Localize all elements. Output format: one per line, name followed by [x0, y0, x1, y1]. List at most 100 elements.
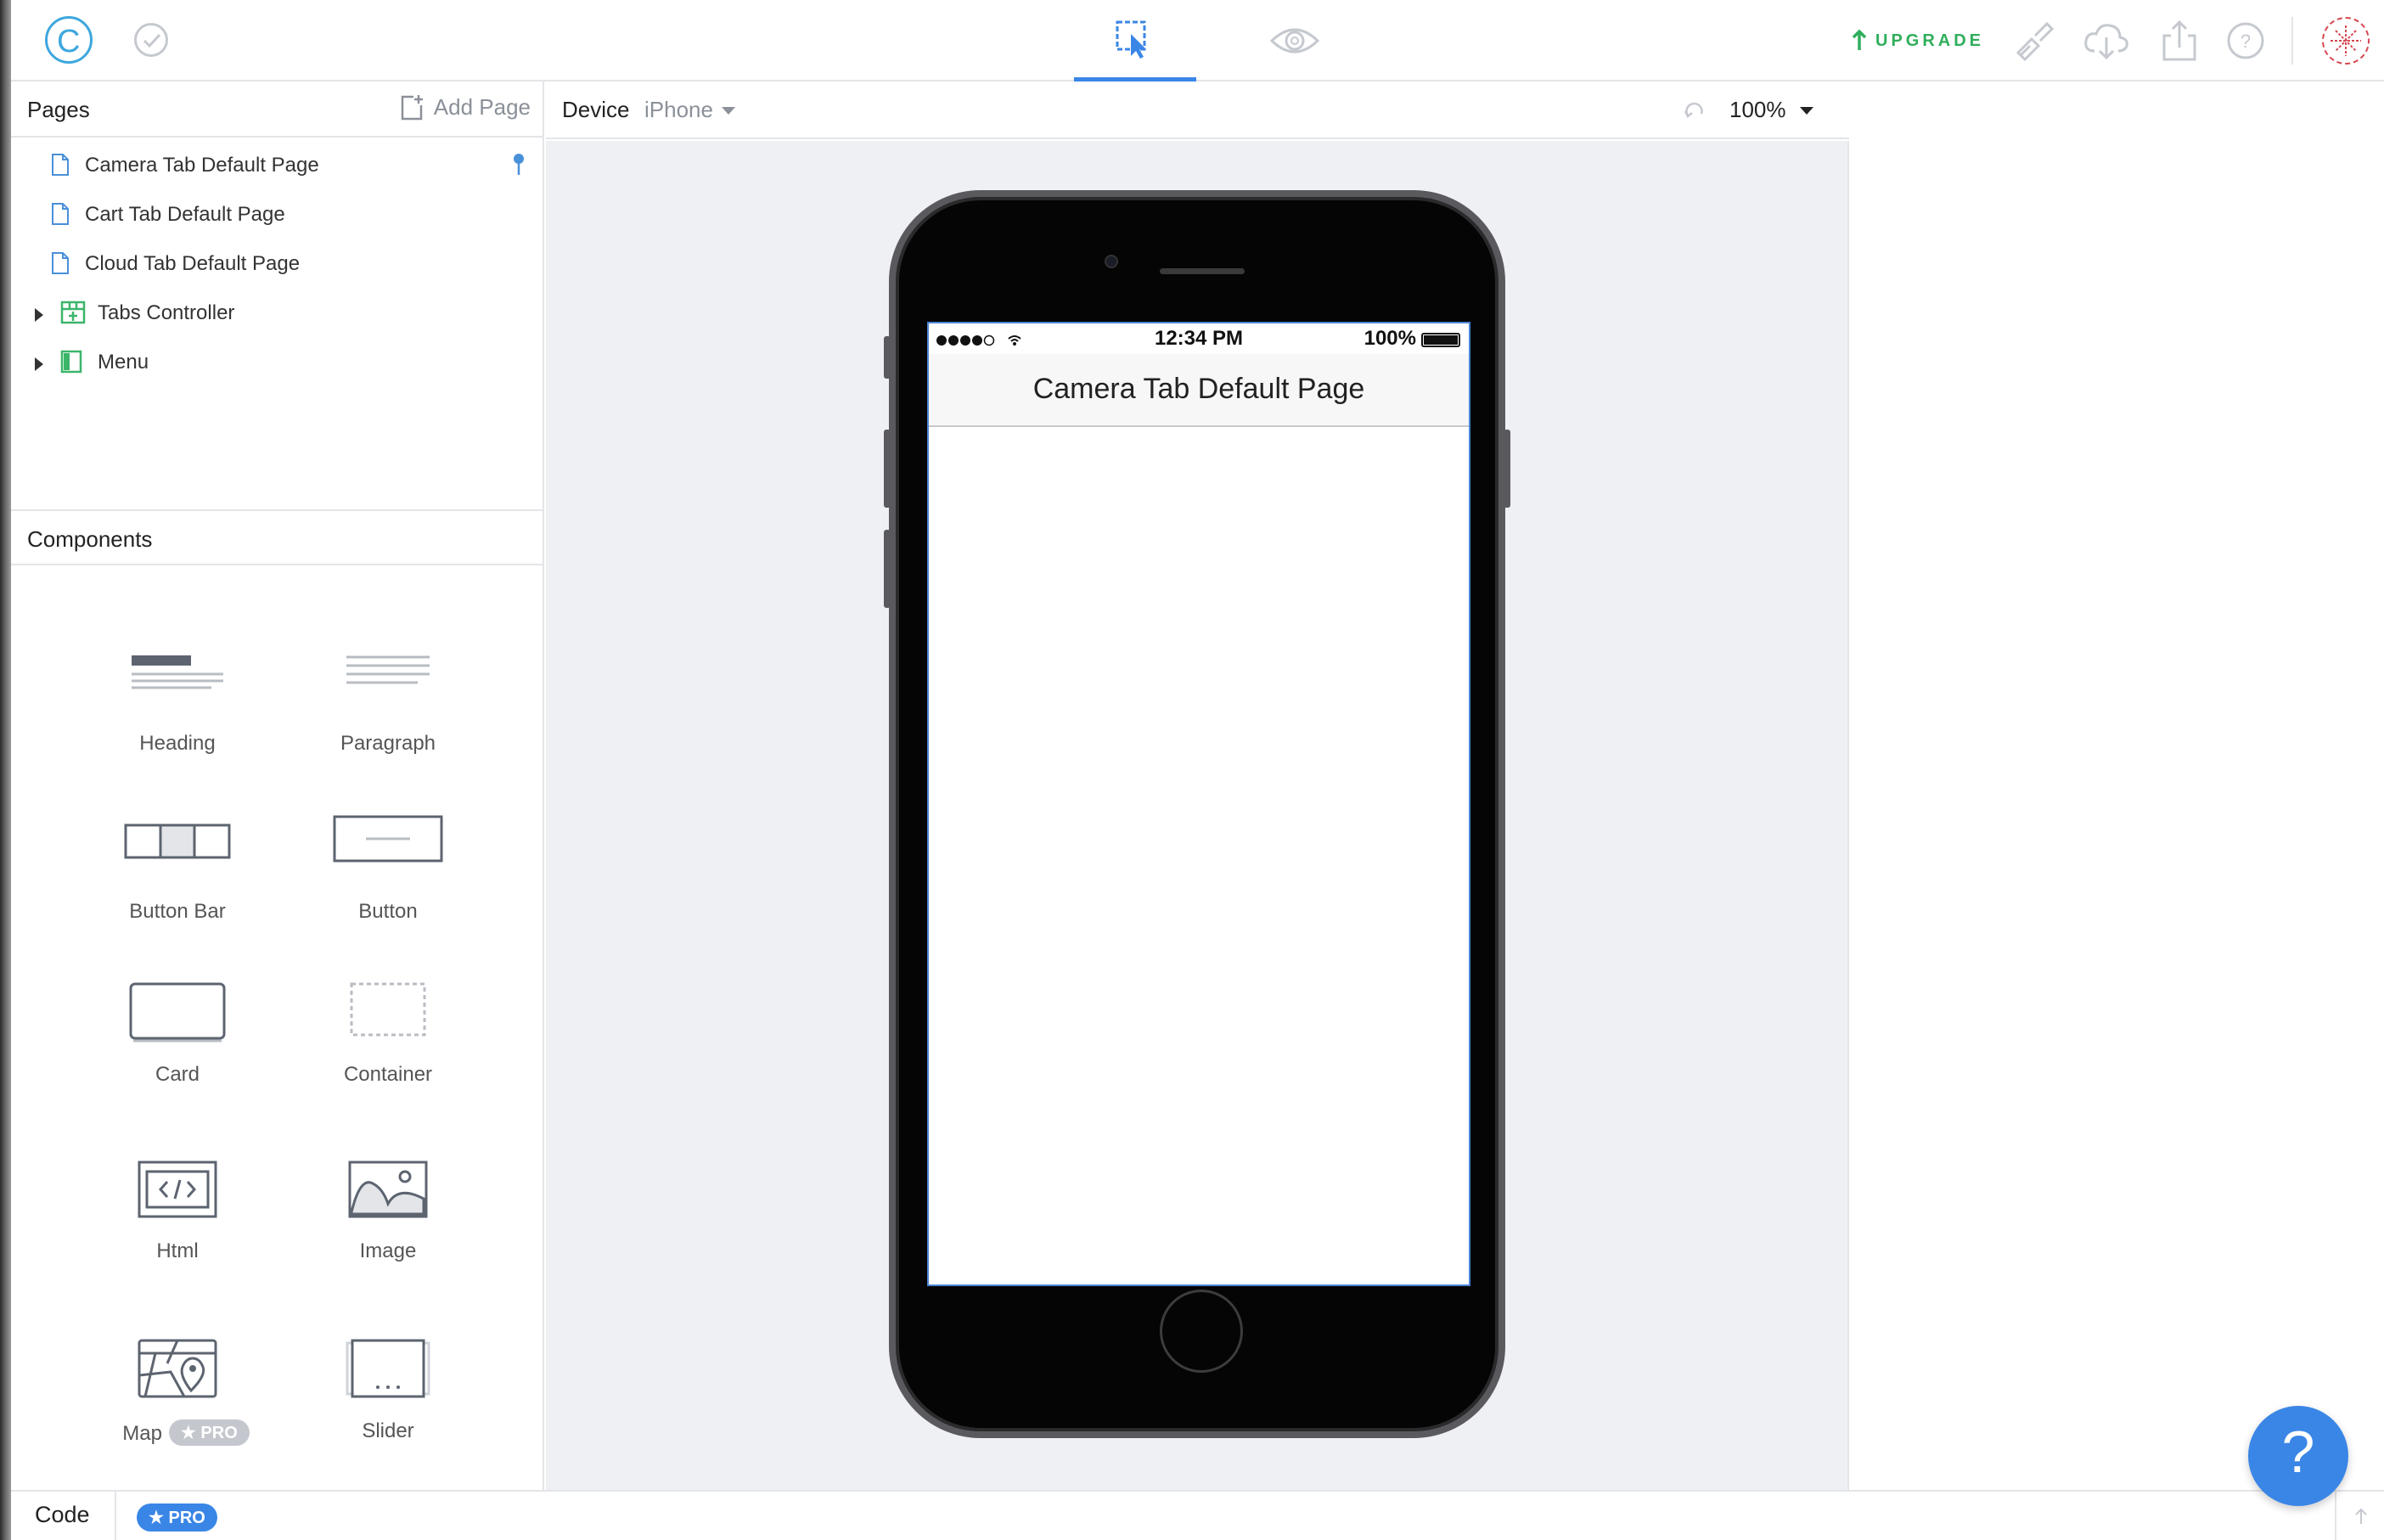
ios-navigation-bar: Camera Tab Default Page: [929, 354, 1469, 427]
menu-icon: [60, 350, 82, 374]
iphone-frame: 12:34 PM 100% Camera Tab Default Page: [889, 190, 1505, 1438]
tabs-controller-icon: [60, 301, 86, 324]
button-icon: [333, 815, 443, 863]
component-label: Html: [156, 1239, 199, 1262]
component-html[interactable]: Html: [84, 1160, 271, 1296]
caret-down-icon: [721, 107, 735, 115]
paragraph-icon: [346, 655, 430, 684]
preview-mode-tab[interactable]: [1234, 0, 1356, 81]
component-label: Image: [359, 1239, 417, 1262]
pages-title: Pages: [27, 97, 90, 122]
component-label: Slider: [362, 1419, 414, 1442]
upgrade-button[interactable]: UPGRADE: [1852, 28, 1984, 53]
zoom-select[interactable]: 100%: [1729, 97, 1813, 123]
design-mode-tab[interactable]: [1074, 0, 1196, 81]
pro-badge: ★ PRO: [168, 1419, 250, 1446]
page-item-cloud-tab[interactable]: Cloud Tab Default Page: [11, 239, 544, 289]
page-item-label: Camera Tab Default Page: [85, 154, 319, 177]
expand-triangle-icon[interactable]: [35, 308, 43, 322]
svg-text:?: ?: [2241, 31, 2251, 52]
phone-camera: [1105, 255, 1118, 268]
add-page-icon: [401, 95, 423, 121]
app-logo[interactable]: C: [45, 16, 93, 64]
component-map[interactable]: Map ★ PRO: [84, 1338, 271, 1474]
component-label: Map: [122, 1422, 162, 1445]
components-header: Components: [11, 509, 544, 565]
toolbar-divider: [2291, 17, 2293, 65]
logo-letter: C: [57, 24, 81, 59]
code-label: Code: [35, 1502, 90, 1527]
eye-icon: [1269, 28, 1320, 53]
code-pro-badge[interactable]: ★ PRO: [137, 1503, 217, 1532]
device-select[interactable]: iPhone: [644, 97, 735, 123]
component-image[interactable]: Image: [295, 1160, 481, 1296]
design-canvas[interactable]: 12:34 PM 100% Camera Tab Default Page: [546, 141, 1849, 1490]
page-list: Camera Tab Default Page Cart Tab Default…: [11, 141, 544, 387]
help-label: ?: [2281, 1419, 2315, 1485]
map-icon: [138, 1339, 217, 1398]
bottom-bar: Code ★ PRO: [11, 1490, 2384, 1540]
cloud-download-icon[interactable]: [2083, 19, 2128, 63]
component-container[interactable]: Container: [295, 981, 481, 1117]
page-item-label: Tabs Controller: [98, 301, 235, 324]
window-edge: [0, 0, 11, 1540]
button-bar-icon: [124, 823, 231, 859]
arrow-up-icon: [1852, 30, 1867, 50]
components-title: Components: [27, 526, 153, 552]
heading-icon: [132, 655, 223, 689]
device-label: Device: [562, 97, 630, 122]
document-icon: [52, 203, 69, 225]
component-paragraph[interactable]: Paragraph: [295, 650, 481, 786]
theme-brush-icon[interactable]: [2013, 19, 2057, 63]
card-icon: [129, 982, 226, 1043]
document-icon: [52, 154, 69, 176]
screen-page-title: Camera Tab Default Page: [1032, 373, 1365, 405]
phone-home-button: [1160, 1290, 1243, 1373]
html-icon: [138, 1161, 217, 1218]
battery-percentage: 100%: [1363, 327, 1416, 350]
zoom-value: 100%: [1729, 97, 1786, 122]
battery-icon: [1421, 333, 1460, 347]
page-item-menu[interactable]: Menu: [11, 338, 544, 387]
code-tab[interactable]: Code: [11, 1492, 116, 1540]
canvas-header: Device iPhone 100%: [546, 81, 1849, 139]
page-item-cart-tab[interactable]: Cart Tab Default Page: [11, 190, 544, 239]
upgrade-label: UPGRADE: [1875, 31, 1985, 50]
add-page-button[interactable]: Add Page: [400, 93, 531, 121]
component-heading[interactable]: Heading: [84, 650, 271, 786]
component-slider[interactable]: Slider: [295, 1338, 481, 1474]
top-toolbar: C UPGRADE ?: [11, 0, 2384, 81]
component-label: Button Bar: [129, 900, 226, 923]
rotate-icon[interactable]: [1684, 100, 1706, 122]
page-item-label: Menu: [98, 351, 149, 374]
share-export-icon[interactable]: [2157, 19, 2201, 63]
component-label: Button: [358, 900, 418, 923]
component-label: Heading: [139, 732, 216, 755]
component-button-bar[interactable]: Button Bar: [84, 820, 271, 956]
expand-triangle-icon[interactable]: [35, 357, 43, 371]
page-item-label: Cart Tab Default Page: [85, 203, 285, 226]
component-button[interactable]: Button: [295, 815, 481, 956]
help-question-icon[interactable]: ?: [2224, 19, 2268, 63]
arrow-up-icon: [2355, 1508, 2367, 1524]
image-icon: [348, 1161, 428, 1218]
ios-status-bar: 12:34 PM 100%: [929, 323, 1469, 354]
component-card[interactable]: Card: [84, 981, 271, 1117]
validate-check-icon[interactable]: [134, 23, 168, 57]
component-label: Paragraph: [340, 732, 436, 755]
component-label: Container: [343, 1063, 433, 1086]
page-item-camera-tab[interactable]: Camera Tab Default Page: [11, 141, 544, 190]
add-page-label: Add Page: [433, 93, 531, 120]
pages-header: Pages Add Page: [11, 81, 544, 138]
device-value: iPhone: [644, 97, 713, 122]
pin-icon[interactable]: [512, 153, 526, 177]
help-chat-button[interactable]: ?: [2248, 1406, 2348, 1506]
expand-panel-button[interactable]: [2335, 1492, 2384, 1540]
page-item-tabs-controller[interactable]: Tabs Controller: [11, 289, 544, 338]
document-icon: [52, 252, 69, 274]
component-label: Card: [155, 1063, 200, 1086]
left-panel: Pages Add Page Camera Tab Default Page C…: [11, 81, 544, 1490]
component-map-label: Map ★ PRO: [33, 1419, 339, 1446]
phone-screen[interactable]: 12:34 PM 100% Camera Tab Default Page: [927, 322, 1470, 1286]
user-avatar[interactable]: [2322, 17, 2370, 65]
